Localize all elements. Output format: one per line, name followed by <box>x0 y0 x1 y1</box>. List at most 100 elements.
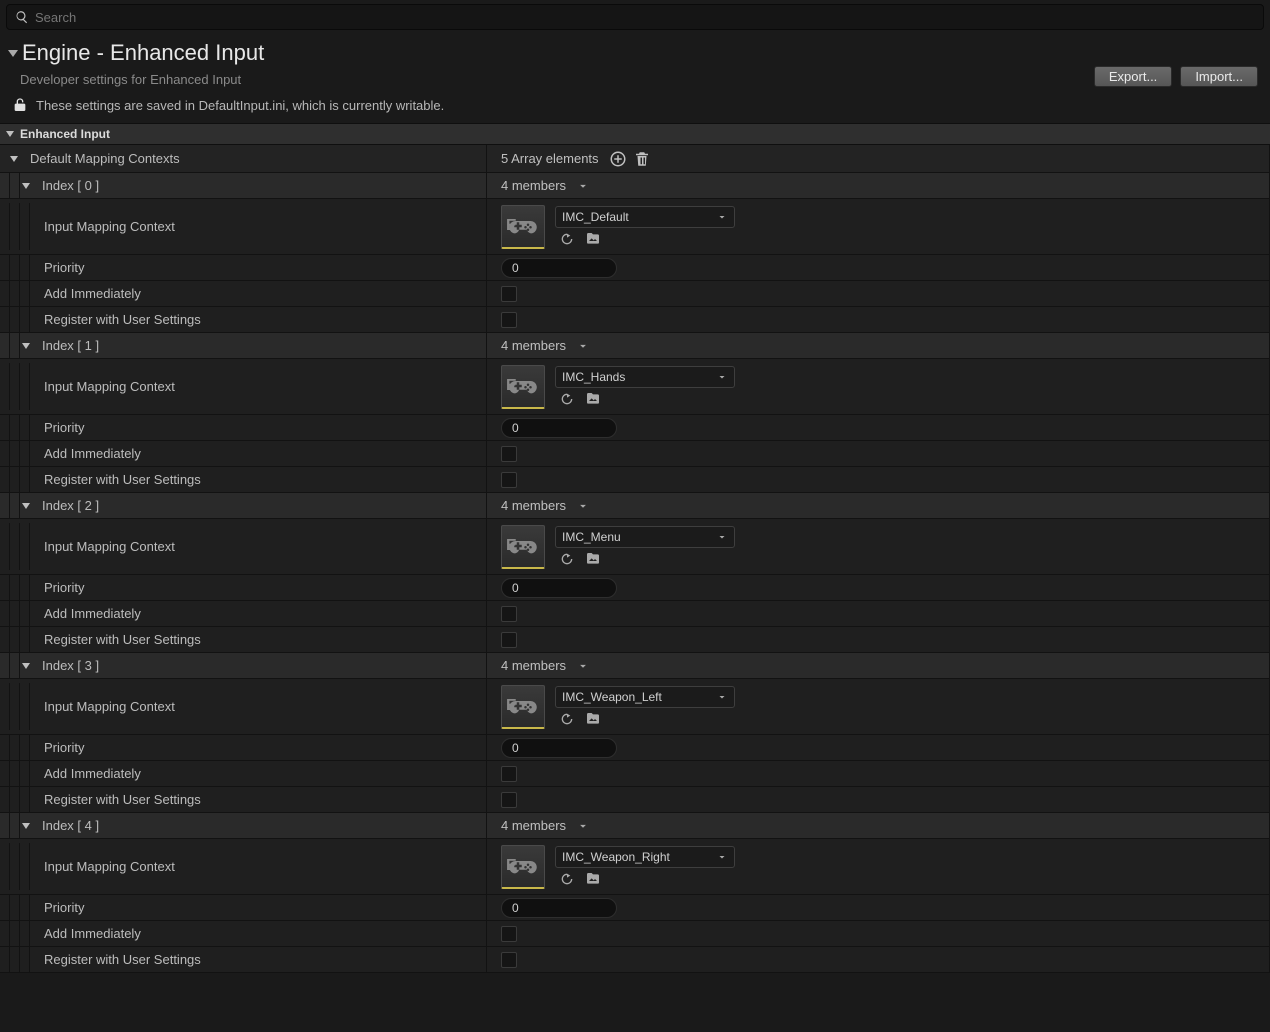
browse-icon[interactable] <box>585 551 601 567</box>
unlock-icon <box>12 97 28 113</box>
import-button[interactable]: Import... <box>1180 66 1258 87</box>
index-label: Index [ 0 ] <box>42 178 99 193</box>
chevron-down-icon[interactable] <box>22 503 30 509</box>
asset-thumbnail[interactable] <box>501 685 545 729</box>
gamepad-icon <box>508 851 538 881</box>
gamepad-icon <box>508 371 538 401</box>
add-immediately-checkbox[interactable] <box>501 446 517 462</box>
settings-header: Engine - Enhanced Input Developer settin… <box>0 30 1270 91</box>
clear-array-icon[interactable] <box>633 150 651 168</box>
chevron-down-icon[interactable] <box>576 339 590 353</box>
export-button[interactable]: Export... <box>1094 66 1172 87</box>
chevron-down-icon[interactable] <box>576 819 590 833</box>
use-selected-icon[interactable] <box>559 871 575 887</box>
property-label: Priority <box>44 420 84 435</box>
gamepad-icon <box>508 691 538 721</box>
search-bar[interactable] <box>6 4 1264 30</box>
browse-icon[interactable] <box>585 711 601 727</box>
asset-thumbnail[interactable] <box>501 365 545 409</box>
index-label: Index [ 3 ] <box>42 658 99 673</box>
priority-input[interactable] <box>501 738 617 758</box>
chevron-down-icon <box>716 371 728 383</box>
chevron-down-icon[interactable] <box>10 156 18 162</box>
priority-input[interactable] <box>501 898 617 918</box>
chevron-down-icon[interactable] <box>22 663 30 669</box>
members-count: 4 members <box>501 178 566 193</box>
asset-thumbnail[interactable] <box>501 525 545 569</box>
search-input[interactable] <box>35 10 1255 25</box>
property-label: Input Mapping Context <box>44 699 175 714</box>
asset-dropdown[interactable]: IMC_Hands <box>555 366 735 388</box>
array-count: 5 Array elements <box>501 151 599 166</box>
chevron-down-icon <box>716 691 728 703</box>
use-selected-icon[interactable] <box>559 711 575 727</box>
index-label: Index [ 4 ] <box>42 818 99 833</box>
use-selected-icon[interactable] <box>559 551 575 567</box>
property-label: Input Mapping Context <box>44 539 175 554</box>
add-immediately-checkbox[interactable] <box>501 286 517 302</box>
asset-name: IMC_Weapon_Left <box>562 690 662 704</box>
browse-icon[interactable] <box>585 871 601 887</box>
page-title: Engine - Enhanced Input <box>22 40 264 66</box>
use-selected-icon[interactable] <box>559 231 575 247</box>
asset-thumbnail[interactable] <box>501 845 545 889</box>
property-label: Add Immediately <box>44 606 141 621</box>
asset-dropdown[interactable]: IMC_Weapon_Right <box>555 846 735 868</box>
members-count: 4 members <box>501 338 566 353</box>
section-title: Enhanced Input <box>20 127 110 141</box>
property-label: Register with User Settings <box>44 312 201 327</box>
chevron-down-icon[interactable] <box>22 183 30 189</box>
priority-input[interactable] <box>501 418 617 438</box>
property-label: Register with User Settings <box>44 952 201 967</box>
asset-name: IMC_Hands <box>562 370 625 384</box>
asset-dropdown[interactable]: IMC_Weapon_Left <box>555 686 735 708</box>
writable-text: These settings are saved in DefaultInput… <box>36 98 444 113</box>
property-label: Add Immediately <box>44 766 141 781</box>
search-icon <box>15 10 29 24</box>
asset-dropdown[interactable]: IMC_Menu <box>555 526 735 548</box>
property-label: Register with User Settings <box>44 792 201 807</box>
writable-notice: These settings are saved in DefaultInput… <box>0 91 1270 123</box>
index-label: Index [ 2 ] <box>42 498 99 513</box>
chevron-down-icon[interactable] <box>576 179 590 193</box>
collapse-section-icon[interactable] <box>8 50 18 57</box>
page-subtitle: Developer settings for Enhanced Input <box>20 72 1256 87</box>
property-label: Input Mapping Context <box>44 219 175 234</box>
gamepad-icon <box>508 531 538 561</box>
chevron-down-icon <box>716 211 728 223</box>
property-label: Add Immediately <box>44 446 141 461</box>
asset-name: IMC_Default <box>562 210 629 224</box>
gamepad-icon <box>508 211 538 241</box>
property-label: Input Mapping Context <box>44 859 175 874</box>
section-header[interactable]: Enhanced Input <box>0 123 1270 145</box>
register-user-settings-checkbox[interactable] <box>501 472 517 488</box>
chevron-down-icon[interactable] <box>576 659 590 673</box>
property-label: Register with User Settings <box>44 632 201 647</box>
register-user-settings-checkbox[interactable] <box>501 952 517 968</box>
chevron-down-icon[interactable] <box>576 499 590 513</box>
use-selected-icon[interactable] <box>559 391 575 407</box>
property-label: Priority <box>44 740 84 755</box>
chevron-down-icon[interactable] <box>22 823 30 829</box>
asset-thumbnail[interactable] <box>501 205 545 249</box>
index-label: Index [ 1 ] <box>42 338 99 353</box>
members-count: 4 members <box>501 818 566 833</box>
asset-name: IMC_Menu <box>562 530 621 544</box>
add-immediately-checkbox[interactable] <box>501 926 517 942</box>
property-label: Input Mapping Context <box>44 379 175 394</box>
register-user-settings-checkbox[interactable] <box>501 312 517 328</box>
browse-icon[interactable] <box>585 231 601 247</box>
browse-icon[interactable] <box>585 391 601 407</box>
priority-input[interactable] <box>501 578 617 598</box>
add-immediately-checkbox[interactable] <box>501 766 517 782</box>
members-count: 4 members <box>501 498 566 513</box>
register-user-settings-checkbox[interactable] <box>501 792 517 808</box>
chevron-down-icon <box>716 531 728 543</box>
register-user-settings-checkbox[interactable] <box>501 632 517 648</box>
add-immediately-checkbox[interactable] <box>501 606 517 622</box>
chevron-down-icon[interactable] <box>22 343 30 349</box>
chevron-down-icon <box>6 131 14 137</box>
asset-dropdown[interactable]: IMC_Default <box>555 206 735 228</box>
add-element-icon[interactable] <box>609 150 627 168</box>
priority-input[interactable] <box>501 258 617 278</box>
